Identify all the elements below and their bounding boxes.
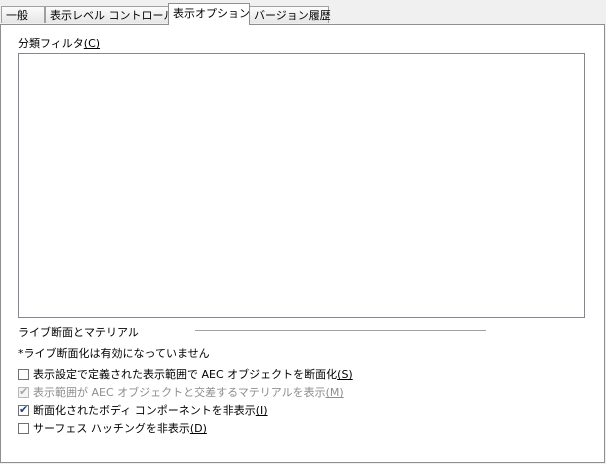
option-label: 表示設定で定義された表示範囲で AEC オブジェクトを断面化 xyxy=(33,368,338,381)
option-key: (D) xyxy=(189,422,207,435)
tab-version-history[interactable]: バージョン履歴 xyxy=(249,6,331,23)
checkbox[interactable]: ✔ xyxy=(18,403,29,416)
checkmark-icon: ✔ xyxy=(19,385,29,398)
option-label: 表示範囲が AEC オブジェクトと交差するマテリアルを表示 xyxy=(33,386,326,399)
live-section-status-note: *ライブ断面化は有効になっていません xyxy=(18,347,210,360)
tab-display-options[interactable]: 表示オプション xyxy=(168,3,250,25)
group-divider xyxy=(195,330,486,331)
classification-filter-label: 分類フィルタ(C) xyxy=(18,35,100,51)
checkbox[interactable] xyxy=(18,423,29,434)
option-show-intersecting-material[interactable]: ✔ 表示範囲が AEC オブジェクトと交差するマテリアルを表示(M) xyxy=(18,384,344,400)
option-key: (M) xyxy=(325,386,344,399)
filter-label-key: (C) xyxy=(83,37,101,50)
option-hide-surface-hatching[interactable]: サーフェス ハッチングを非表示(D) xyxy=(18,420,207,436)
tab-label: バージョン履歴 xyxy=(254,9,331,22)
live-section-group-title: ライブ断面とマテリアル xyxy=(18,326,139,339)
option-section-aec-by-display-range[interactable]: 表示設定で定義された表示範囲で AEC オブジェクトを断面化(S) xyxy=(18,366,353,382)
tab-label: 表示レベル コントロール xyxy=(50,9,175,22)
tab-display-level-control[interactable]: 表示レベル コントロール xyxy=(45,6,175,23)
checkmark-icon: ✔ xyxy=(19,403,29,416)
checkbox[interactable] xyxy=(18,369,29,380)
filter-label-text: 分類フィルタ xyxy=(18,37,84,50)
classification-filter-list[interactable] xyxy=(18,53,585,318)
option-key: (S) xyxy=(337,368,353,381)
tab-label: 表示オプション xyxy=(173,7,250,20)
tab-bar: 一般 表示レベル コントロール 表示オプション バージョン履歴 xyxy=(0,0,606,25)
option-label: サーフェス ハッチングを非表示 xyxy=(33,422,190,435)
option-label: 断面化されたボディ コンポーネントを非表示 xyxy=(33,404,256,417)
tab-label: 一般 xyxy=(6,9,28,22)
tab-general[interactable]: 一般 xyxy=(1,6,45,23)
option-key: (I) xyxy=(255,404,268,417)
option-hide-sectioned-body-components[interactable]: ✔ 断面化されたボディ コンポーネントを非表示(I) xyxy=(18,402,268,418)
checkbox[interactable]: ✔ xyxy=(18,385,29,398)
